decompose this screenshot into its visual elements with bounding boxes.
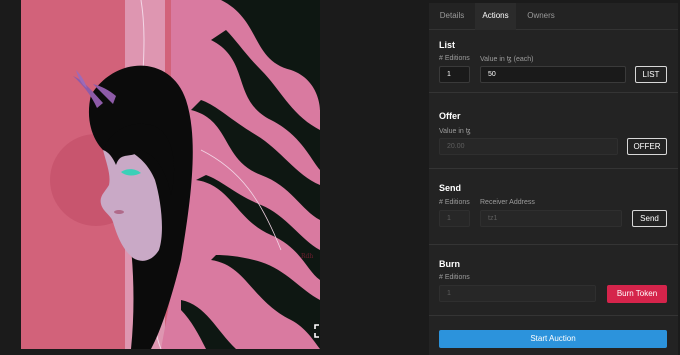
start-auction-button[interactable]: Start Auction — [439, 330, 667, 348]
send-button[interactable]: Send — [632, 210, 667, 227]
offer-value-input[interactable] — [439, 138, 618, 155]
tab-details[interactable]: Details — [429, 3, 475, 30]
burn-token-button[interactable]: Burn Token — [607, 285, 667, 303]
actions-panel: Details Actions Owners List # Editions V… — [429, 3, 678, 355]
tab-bar: Details Actions Owners — [429, 3, 678, 30]
list-button[interactable]: LIST — [635, 66, 667, 83]
fullscreen-button[interactable] — [311, 321, 320, 341]
tab-actions[interactable]: Actions — [475, 3, 516, 30]
tab-owners[interactable]: Owners — [516, 3, 566, 30]
send-receiver-input[interactable] — [480, 210, 622, 227]
artist-signature: Rdh — [301, 253, 313, 260]
burn-section: Burn # Editions Burn Token — [429, 251, 678, 316]
burn-editions-label: # Editions — [439, 274, 470, 281]
burn-editions-input[interactable] — [439, 285, 596, 302]
list-value-label: Value in ꜩ (each) — [480, 56, 534, 63]
burn-title: Burn — [439, 259, 460, 269]
list-title: List — [439, 40, 456, 50]
send-receiver-label: Receiver Address — [480, 199, 535, 206]
send-title: Send — [439, 183, 462, 193]
offer-value-label: Value in ꜩ — [439, 128, 471, 135]
send-editions-input[interactable] — [439, 210, 470, 227]
offer-button[interactable]: OFFER — [627, 138, 667, 155]
list-editions-label: # Editions — [439, 55, 470, 62]
send-section: Send # Editions Receiver Address Send — [429, 175, 678, 245]
list-section: List # Editions Value in ꜩ (each) LIST — [429, 31, 678, 93]
send-editions-label: # Editions — [439, 199, 470, 206]
expand-icon — [314, 324, 319, 338]
offer-title: Offer — [439, 111, 461, 121]
list-editions-input[interactable] — [439, 66, 470, 83]
artwork-illustration: Rdh — [21, 0, 320, 349]
offer-section: Offer Value in ꜩ OFFER — [429, 101, 678, 169]
artwork-image: Rdh — [21, 0, 320, 349]
list-value-input[interactable] — [480, 66, 626, 83]
